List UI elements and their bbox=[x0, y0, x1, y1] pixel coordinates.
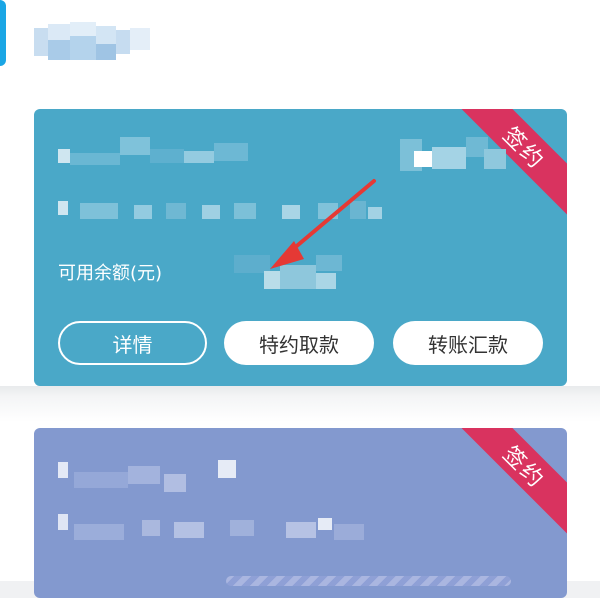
account-card[interactable]: 签约 可用余额(元) 详情 特约取款 转账汇款 bbox=[34, 109, 567, 386]
page-title-redacted bbox=[34, 22, 154, 66]
details-button[interactable]: 详情 bbox=[58, 321, 207, 365]
section-divider bbox=[0, 386, 600, 422]
special-withdrawal-button[interactable]: 特约取款 bbox=[224, 321, 374, 365]
top-navigation-bar bbox=[0, 0, 600, 77]
signed-badge: 签约 bbox=[455, 428, 567, 536]
transfer-remittance-button[interactable]: 转账汇款 bbox=[393, 321, 543, 365]
account-card[interactable]: 签约 bbox=[34, 428, 567, 598]
button-row-partial bbox=[226, 576, 511, 586]
back-indicator[interactable] bbox=[0, 0, 6, 66]
